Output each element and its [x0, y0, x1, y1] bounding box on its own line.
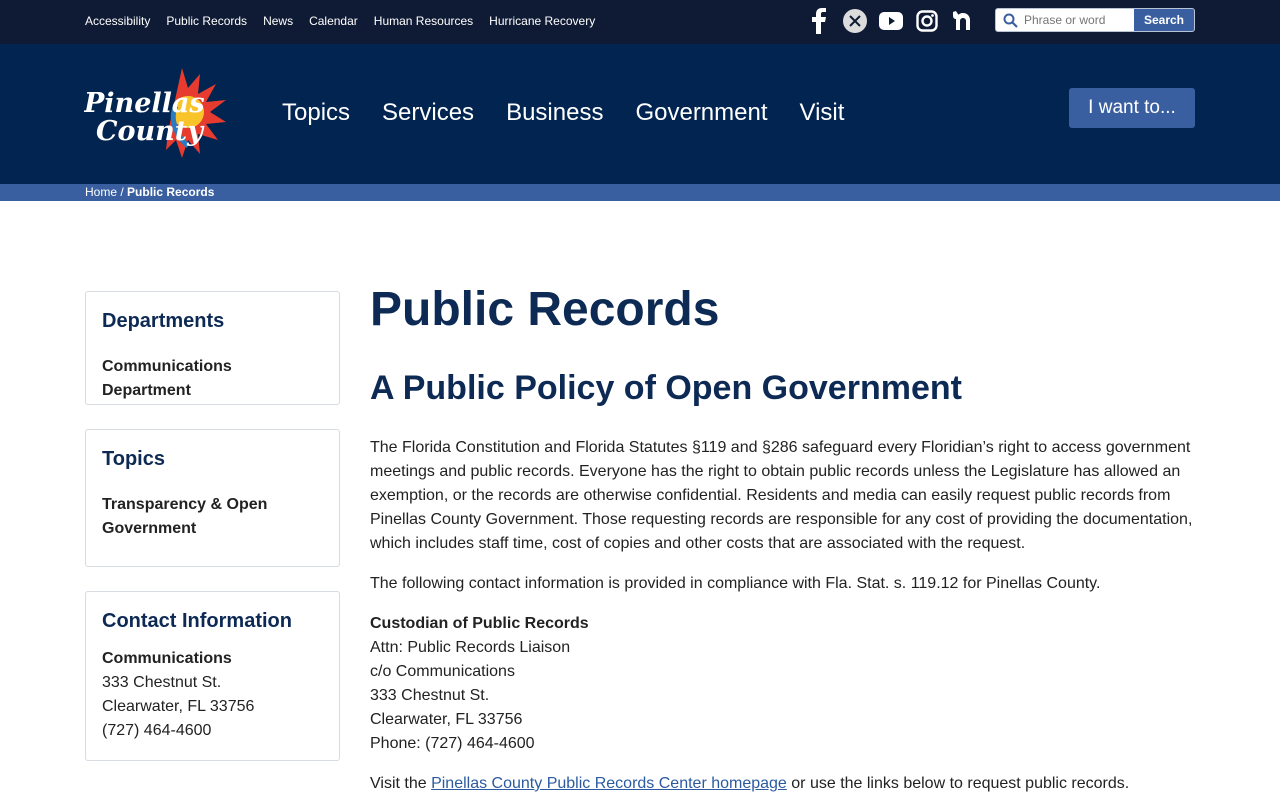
visit-suffix: or use the links below to request public… [786, 775, 1130, 792]
page-title: Public Records [370, 283, 720, 336]
pinellas-county-logo[interactable]: Pinellas County [83, 66, 228, 160]
utility-bar: Accessibility Public Records News Calend… [0, 0, 1280, 44]
main-nav: Topics Services Business Government Visi… [282, 99, 844, 127]
custodian-title: Custodian of Public Records [370, 615, 589, 632]
utility-links: Accessibility Public Records News Calend… [85, 14, 595, 28]
search-icon [996, 9, 1024, 31]
topics-title: Topics [102, 448, 165, 470]
nav-visit[interactable]: Visit [800, 99, 845, 127]
site-search: Search [995, 8, 1195, 32]
svg-text:Pinellas: Pinellas [84, 88, 205, 119]
custodian-line5: Phone: (727) 464-4600 [370, 735, 535, 752]
nextdoor-icon[interactable] [951, 7, 975, 35]
compliance-paragraph: The following contact information is pro… [370, 575, 1101, 592]
custodian-block: Custodian of Public Records Attn: Public… [370, 612, 1195, 756]
utility-link-accessibility[interactable]: Accessibility [85, 14, 150, 28]
breadcrumb-current: Public Records [127, 185, 215, 199]
custodian-line1: Attn: Public Records Liaison [370, 639, 571, 656]
custodian-line3: 333 Chestnut St. [370, 687, 490, 704]
intro-paragraph: The Florida Constitution and Florida Sta… [370, 439, 1193, 552]
search-button[interactable]: Search [1134, 9, 1194, 31]
contact-phone: (727) 464-4600 [102, 722, 212, 739]
section-heading: A Public Policy of Open Government [370, 369, 962, 407]
custodian-line2: c/o Communications [370, 663, 515, 680]
utility-link-human-resources[interactable]: Human Resources [374, 14, 473, 28]
departments-title: Departments [102, 310, 225, 332]
i-want-to-button[interactable]: I want to... [1069, 88, 1195, 128]
transparency-link[interactable]: Transparency & Open Government [102, 493, 302, 541]
contact-card: Contact Information Communications 333 C… [85, 591, 340, 761]
contact-title: Contact Information [102, 610, 292, 632]
utility-link-calendar[interactable]: Calendar [309, 14, 358, 28]
main-content: Public Records A Public Policy of Open G… [370, 282, 1195, 796]
custodian-line4: Clearwater, FL 33756 [370, 711, 523, 728]
breadcrumb-separator: / [117, 185, 128, 199]
public-records-center-link[interactable]: Pinellas County Public Records Center ho… [431, 775, 787, 792]
nav-services[interactable]: Services [382, 99, 474, 127]
breadcrumb-home[interactable]: Home [85, 185, 117, 199]
x-icon[interactable] [843, 7, 867, 35]
breadcrumb: Home / Public Records [0, 184, 1280, 201]
instagram-icon[interactable] [915, 7, 939, 35]
contact-address-line2: Clearwater, FL 33756 [102, 698, 255, 715]
departments-card: Departments Communications Department [85, 291, 340, 405]
site-header: Pinellas County Topics Services Business… [0, 44, 1280, 184]
utility-link-news[interactable]: News [263, 14, 293, 28]
topics-card: Topics Transparency & Open Government [85, 429, 340, 567]
facebook-icon[interactable] [807, 7, 831, 35]
contact-address-line1: 333 Chestnut St. [102, 674, 222, 691]
nav-business[interactable]: Business [506, 99, 603, 127]
utility-link-hurricane-recovery[interactable]: Hurricane Recovery [489, 14, 595, 28]
search-input[interactable] [1024, 9, 1134, 31]
svg-text:County: County [96, 116, 205, 147]
contact-name: Communications [102, 650, 232, 667]
visit-paragraph: Visit the Pinellas County Public Records… [370, 772, 1195, 796]
youtube-icon[interactable] [879, 7, 903, 35]
social-links [807, 7, 975, 35]
nav-topics[interactable]: Topics [282, 99, 350, 127]
nav-government[interactable]: Government [635, 99, 767, 127]
utility-link-public-records[interactable]: Public Records [166, 14, 247, 28]
communications-department-link[interactable]: Communications Department [102, 355, 323, 403]
visit-prefix: Visit the [370, 775, 432, 792]
